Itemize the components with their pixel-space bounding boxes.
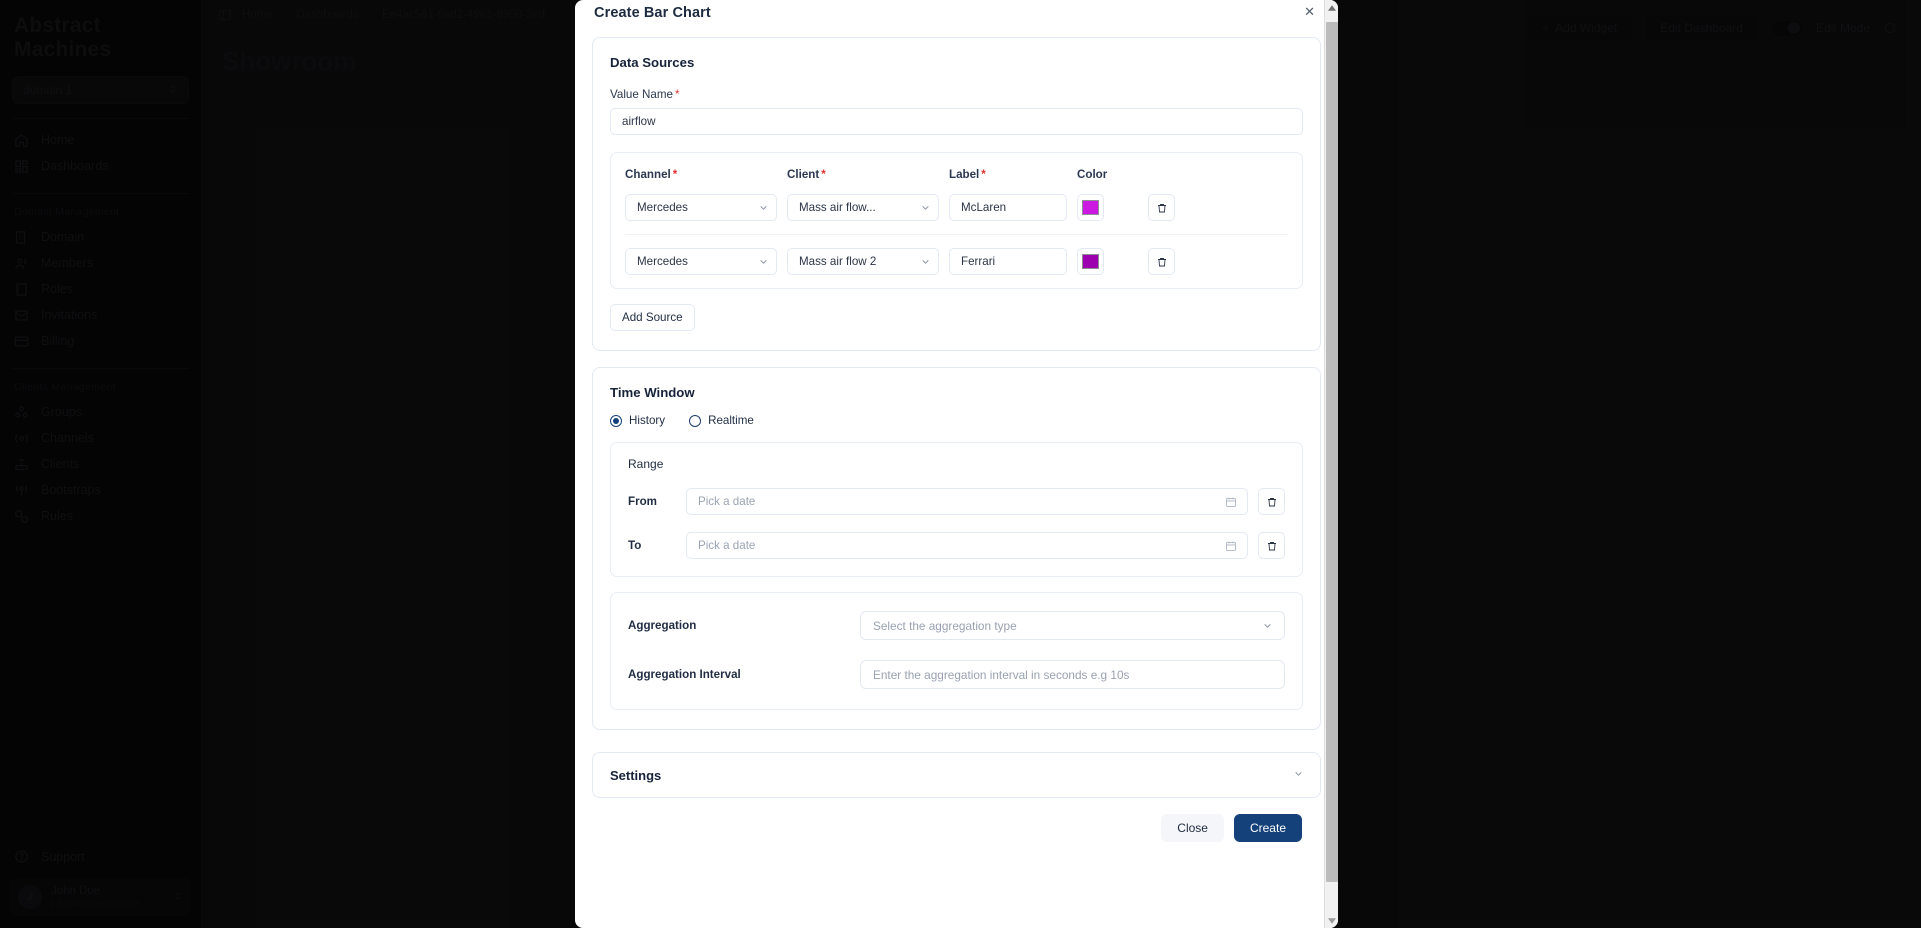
table-row: Mercedes Mass air flow 2 Ferrari xyxy=(625,234,1288,288)
label-input-value: Ferrari xyxy=(961,255,996,268)
column-header-color: Color xyxy=(1077,168,1108,181)
chevron-down-icon xyxy=(759,257,768,266)
create-button[interactable]: Create xyxy=(1233,814,1302,842)
column-header-client: Client * xyxy=(787,153,939,181)
create-bar-chart-dialog: Create Bar Chart ✕ Data Sources Value Na… xyxy=(575,0,1338,928)
value-name-value: airflow xyxy=(622,115,656,128)
scrollbar-down-arrow[interactable] xyxy=(1325,913,1338,928)
client-select[interactable]: Mass air flow... xyxy=(787,194,939,221)
aggregation-interval-input[interactable]: Enter the aggregation interval in second… xyxy=(860,660,1285,689)
clear-to-date-button[interactable] xyxy=(1258,532,1285,559)
calendar-icon xyxy=(1225,496,1237,508)
from-label: From xyxy=(628,495,657,508)
label-input-value: McLaren xyxy=(961,201,1007,214)
clear-from-date-button[interactable] xyxy=(1258,488,1285,515)
column-header-label: Label * xyxy=(949,153,1067,181)
value-name-label-text: Value Name xyxy=(610,88,673,101)
aggregation-interval-row: Aggregation Interval Enter the aggregati… xyxy=(628,660,1285,689)
scrollbar-thumb[interactable] xyxy=(1326,22,1338,882)
aggregation-section: Aggregation Select the aggregation type … xyxy=(610,592,1303,710)
data-sources-table: Channel * Client * Label * Color Mercede… xyxy=(610,152,1303,289)
time-window-title: Time Window xyxy=(610,385,695,400)
radio-realtime-indicator xyxy=(689,414,702,427)
dialog-title: Create Bar Chart xyxy=(594,5,711,21)
dialog-footer: Close Create xyxy=(592,798,1321,860)
to-date-input[interactable]: Pick a date xyxy=(686,532,1248,559)
data-sources-title: Data Sources xyxy=(610,55,695,70)
modal-scroll-region: Create Bar Chart ✕ Data Sources Value Na… xyxy=(575,0,1338,928)
to-label: To xyxy=(628,539,642,552)
color-swatch xyxy=(1082,200,1099,215)
time-window-card: Time Window History Realtime Range From xyxy=(592,367,1321,730)
aggregation-interval-placeholder: Enter the aggregation interval in second… xyxy=(873,667,1130,682)
client-select[interactable]: Mass air flow 2 xyxy=(787,248,939,275)
client-select-value: Mass air flow 2 xyxy=(799,255,877,268)
color-picker[interactable] xyxy=(1077,248,1104,275)
channel-select[interactable]: Mercedes xyxy=(625,248,777,275)
color-swatch xyxy=(1082,254,1099,269)
aggregation-interval-label: Aggregation Interval xyxy=(628,668,741,681)
delete-source-button[interactable] xyxy=(1148,248,1175,275)
column-header-label-text: Label xyxy=(949,168,980,181)
radio-history-label: History xyxy=(629,414,666,427)
chevron-down-icon xyxy=(1294,769,1303,781)
to-date-placeholder: Pick a date xyxy=(698,539,756,552)
delete-source-button[interactable] xyxy=(1148,194,1175,221)
label-input[interactable]: Ferrari xyxy=(949,248,1067,275)
table-row: Mercedes Mass air flow... McLaren xyxy=(625,181,1288,234)
radio-history[interactable]: History xyxy=(610,414,665,427)
scrollbar-up-arrow[interactable] xyxy=(1325,0,1338,15)
aggregation-row: Aggregation Select the aggregation type xyxy=(628,611,1285,640)
settings-accordion[interactable]: Settings xyxy=(592,752,1321,798)
aggregation-label: Aggregation xyxy=(628,619,697,632)
color-picker[interactable] xyxy=(1077,194,1104,221)
required-asterisk: * xyxy=(674,88,680,101)
client-select-value: Mass air flow... xyxy=(799,201,876,214)
range-to-row: To Pick a date xyxy=(628,532,1285,559)
channel-select-value: Mercedes xyxy=(637,201,688,214)
add-source-button[interactable]: Add Source xyxy=(610,304,695,331)
label-input[interactable]: McLaren xyxy=(949,194,1067,221)
close-icon[interactable]: ✕ xyxy=(1302,5,1317,18)
data-sources-card: Data Sources Value Name * airflow Channel… xyxy=(592,37,1321,351)
modal-scrollbar[interactable] xyxy=(1324,0,1338,928)
radio-history-indicator xyxy=(610,414,622,427)
radio-realtime-label: Realtime xyxy=(708,414,754,427)
aggregation-select-placeholder: Select the aggregation type xyxy=(873,618,1017,633)
time-mode-radio-group: History Realtime xyxy=(610,414,1303,427)
value-name-label: Value Name * xyxy=(610,88,1303,101)
column-header-client-text: Client xyxy=(787,168,820,181)
required-asterisk: * xyxy=(821,168,826,181)
from-date-input[interactable]: Pick a date xyxy=(686,488,1248,515)
dialog-header: Create Bar Chart ✕ xyxy=(592,0,1321,21)
close-button[interactable]: Close xyxy=(1161,814,1224,842)
range-section: Range From Pick a date To Pick a date xyxy=(610,442,1303,577)
column-header-channel-text: Channel xyxy=(625,168,671,181)
chevron-down-icon xyxy=(1263,621,1272,630)
chevron-down-icon xyxy=(759,203,768,212)
value-name-input[interactable]: airflow xyxy=(610,108,1303,135)
range-title: Range xyxy=(628,457,664,471)
data-sources-header-row: Channel * Client * Label * Color xyxy=(625,153,1288,181)
aggregation-select[interactable]: Select the aggregation type xyxy=(860,611,1285,640)
range-from-row: From Pick a date xyxy=(628,488,1285,515)
channel-select[interactable]: Mercedes xyxy=(625,194,777,221)
settings-title: Settings xyxy=(610,767,662,783)
radio-realtime[interactable]: Realtime xyxy=(689,414,754,427)
required-asterisk: * xyxy=(672,168,678,181)
column-header-channel: Channel * xyxy=(625,153,777,181)
chevron-down-icon xyxy=(921,203,930,212)
calendar-icon xyxy=(1225,540,1237,552)
chevron-down-icon xyxy=(921,257,930,266)
from-date-placeholder: Pick a date xyxy=(698,495,756,508)
required-asterisk: * xyxy=(981,168,986,181)
channel-select-value: Mercedes xyxy=(637,255,688,268)
